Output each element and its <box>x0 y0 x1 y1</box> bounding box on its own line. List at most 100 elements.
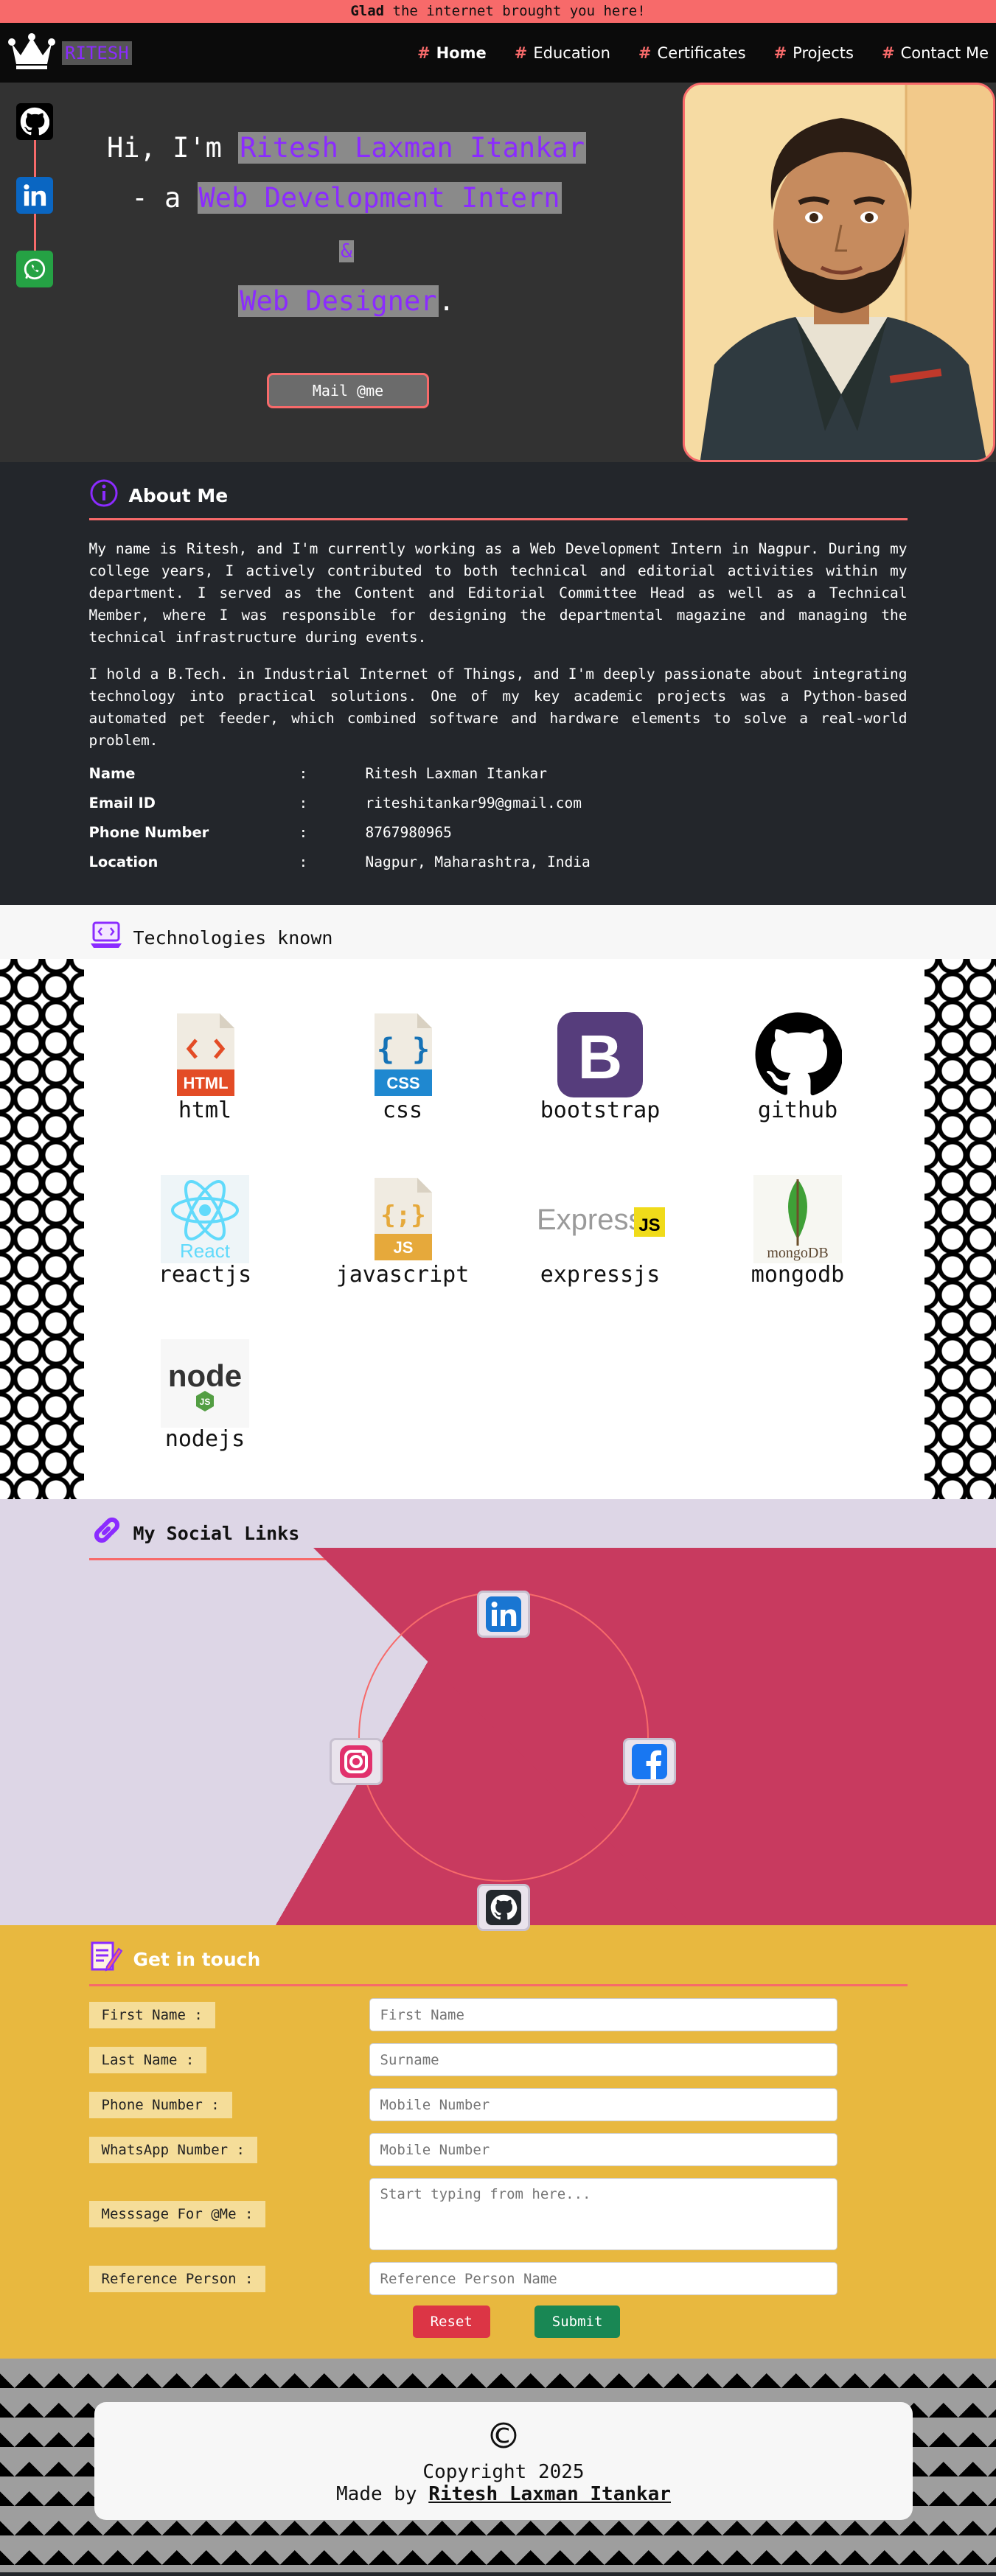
whatsapp-icon[interactable] <box>16 251 53 287</box>
phone-input[interactable] <box>369 2088 837 2121</box>
nav-contact[interactable]: # Contact Me <box>882 44 989 62</box>
js-badge: JS <box>394 1238 414 1257</box>
bootstrap-badge: B <box>578 1022 623 1092</box>
first-name-label: First Name : <box>88 2001 215 2028</box>
last-name-input[interactable] <box>369 2043 837 2076</box>
submit-button[interactable]: Submit <box>534 2306 621 2338</box>
hero-period: . <box>438 285 455 317</box>
express-js-badge: JS <box>638 1215 660 1235</box>
hash-icon: # <box>773 43 787 62</box>
nav-education[interactable]: # Education <box>515 44 610 62</box>
tech-item-github: github <box>699 1010 896 1123</box>
mongodb-icon: mongoDB <box>753 1175 842 1263</box>
css-badge: CSS <box>386 1074 419 1092</box>
copyright-text: Copyright 2025 <box>422 2461 585 2483</box>
hero-role1: Web Development Intern <box>197 182 562 214</box>
react-badge: React <box>180 1240 231 1262</box>
nav-home[interactable]: # Home <box>417 44 487 62</box>
github-icon[interactable] <box>477 1884 530 1931</box>
link-icon <box>89 1514 123 1552</box>
tech-item-expressjs: Express JS expressjs <box>501 1175 699 1288</box>
about-title: About Me <box>128 484 229 506</box>
footer-card: © Copyright 2025 Made by Ritesh Laxman I… <box>94 2402 913 2520</box>
info-sep: : <box>299 794 308 811</box>
contact-title: Get in touch <box>133 1948 261 1970</box>
tech-label-nodejs: nodejs <box>164 1426 245 1452</box>
message-textarea[interactable] <box>369 2178 837 2250</box>
phone-label: Phone Number : <box>88 2091 232 2118</box>
copyright-icon: © <box>490 2411 517 2461</box>
made-by: Made by Ritesh Laxman Itankar <box>94 2483 913 2505</box>
info-icon <box>89 478 119 512</box>
tech-item-reactjs: React reactjs <box>106 1175 304 1288</box>
social-rail <box>16 96 53 295</box>
express-badge: Express <box>537 1204 644 1236</box>
avatar <box>683 83 995 462</box>
about-header: About Me <box>88 478 908 520</box>
nav-contact-label: Contact Me <box>900 43 989 62</box>
reset-button[interactable]: Reset <box>412 2306 490 2338</box>
reference-input[interactable] <box>369 2262 837 2295</box>
linkedin-icon[interactable] <box>16 177 53 214</box>
whatsapp-input[interactable] <box>369 2133 837 2166</box>
navbar: RITESH # Home # Education # Certificates # P… <box>0 23 996 83</box>
hero-name: Ritesh Laxman Itankar <box>238 132 586 164</box>
hero-a: - a <box>131 182 198 214</box>
tech-label-expressjs: expressjs <box>540 1262 661 1288</box>
info-sep: : <box>299 764 308 782</box>
nav-projects[interactable]: # Projects <box>774 44 854 62</box>
info-value: Nagpur, Maharashtra, India <box>365 853 591 870</box>
author-link[interactable]: Ritesh Laxman Itankar <box>428 2483 671 2505</box>
express-icon: ExpressJS <box>537 1204 665 1237</box>
info-row-email: Email ID: riteshitankar99@gmail.com <box>89 792 908 814</box>
tech-section: HTML html { } CSS css B bootstrap github … <box>0 959 996 1499</box>
about-section: About Me My name is Ritesh, and I'm curr… <box>0 462 996 905</box>
tech-item-bootstrap: B bootstrap <box>501 1010 699 1123</box>
contact-form: First Name : Last Name : Phone Number : … <box>88 1998 908 2338</box>
mail-me-button[interactable]: Mail @me <box>267 373 429 408</box>
javascript-icon: {;} JS <box>375 1178 432 1260</box>
hero-greeting: Hi, I'm <box>106 132 239 164</box>
hero-section: Hi, I'm Ritesh Laxman Itankar - a Web De… <box>0 83 996 462</box>
nav-certificates[interactable]: # Certificates <box>638 44 746 62</box>
nav-education-label: Education <box>533 43 610 62</box>
social-section: My Social Links <box>0 1499 996 1931</box>
contact-header: Get in touch <box>88 1940 908 1986</box>
tech-label-javascript: javascript <box>335 1262 470 1288</box>
github-icon[interactable] <box>16 103 53 140</box>
info-value: 8767980965 <box>365 823 452 841</box>
nav-certificates-label: Certificates <box>657 43 746 62</box>
about-paragraph-1: My name is Ritesh, and I'm currently wor… <box>88 540 908 646</box>
brand[interactable]: RITESH <box>7 32 132 73</box>
tech-item-nodejs: node JS nodejs <box>106 1339 304 1452</box>
info-key: Name <box>88 764 136 782</box>
tech-label-bootstrap: bootstrap <box>540 1097 661 1123</box>
tech-item-html: HTML html <box>106 1010 304 1123</box>
tech-item-mongodb: mongoDB mongodb <box>699 1175 896 1288</box>
node-badge: node <box>168 1358 242 1393</box>
hash-icon: # <box>514 43 528 62</box>
about-paragraph-2: I hold a B.Tech. in Industrial Internet … <box>88 666 908 749</box>
facebook-icon[interactable] <box>623 1738 676 1785</box>
css-icon: { } CSS <box>375 1013 432 1096</box>
footer: © Copyright 2025 Made by Ritesh Laxman I… <box>0 2359 996 2572</box>
info-key: Location <box>88 853 159 870</box>
made-by-prefix: Made by <box>336 2483 429 2505</box>
info-value: riteshitankar99@gmail.com <box>365 794 582 811</box>
hero-amp: & <box>339 240 354 262</box>
first-name-input[interactable] <box>369 1998 837 2031</box>
linkedin-icon[interactable] <box>477 1591 530 1638</box>
nav-home-label: Home <box>436 43 487 62</box>
info-row-name: Name: Ritesh Laxman Itankar <box>89 762 908 784</box>
hash-icon: # <box>881 43 895 62</box>
info-sep: : <box>299 853 308 870</box>
instagram-icon[interactable] <box>330 1738 383 1785</box>
tech-label-css: css <box>382 1097 423 1123</box>
html-badge: HTML <box>183 1074 228 1092</box>
hero-heading: Hi, I'm Ritesh Laxman Itankar - a Web De… <box>103 123 590 327</box>
mongodb-badge: mongoDB <box>767 1245 828 1261</box>
reference-label: Reference Person : <box>88 2265 266 2292</box>
tech-item-javascript: {;} JS javascript <box>304 1175 501 1288</box>
message-label: Messsage For @Me : <box>88 2201 266 2227</box>
form-row-whatsapp: WhatsApp Number : <box>88 2133 908 2166</box>
